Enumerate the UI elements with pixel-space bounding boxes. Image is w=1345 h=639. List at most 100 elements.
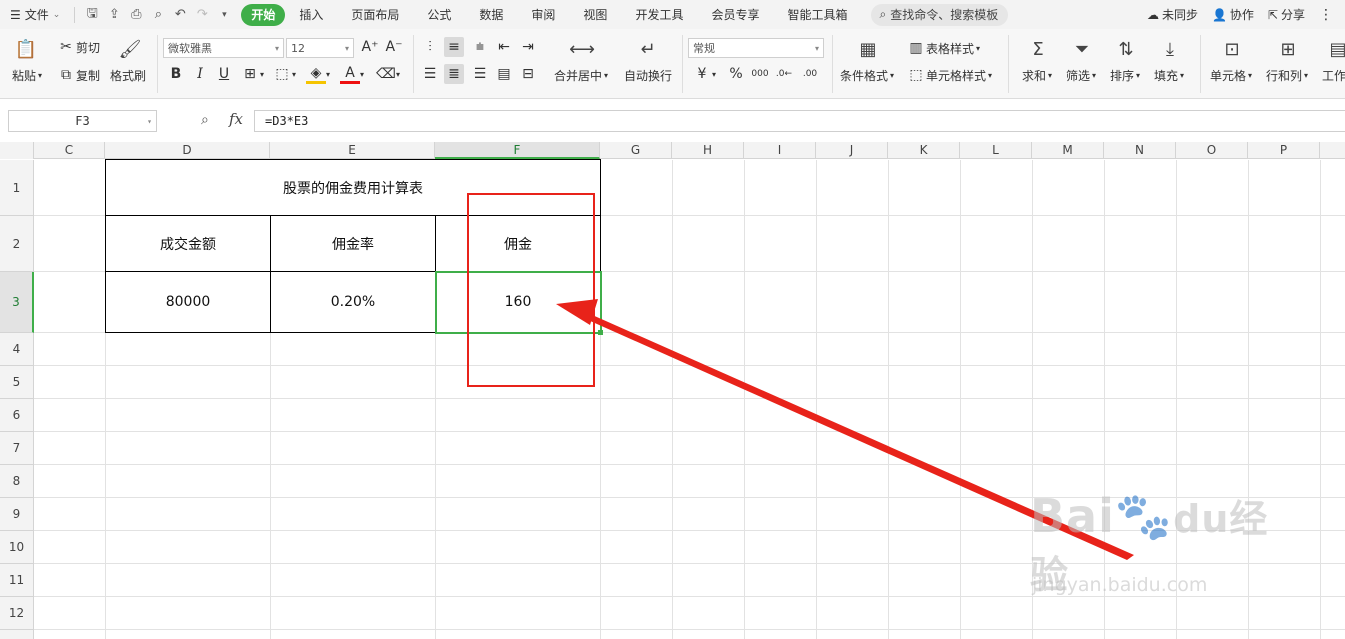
thousands-icon: 000: [751, 69, 769, 79]
font-size-select[interactable]: 12 ▾: [286, 38, 354, 58]
worksheet-button[interactable]: 工作: [1322, 67, 1345, 84]
row-col-icon: ⊞: [1280, 38, 1296, 60]
justify-button[interactable]: ▤: [494, 64, 514, 84]
row-col-button[interactable]: 行和列 ▾: [1266, 67, 1308, 84]
cell-button[interactable]: 单元格 ▾: [1210, 67, 1252, 84]
formula-bar: F3 ▾ ⌕ fx =D3*E3: [0, 108, 1345, 136]
share-button[interactable]: ⇱ 分享: [1268, 6, 1305, 23]
tab-formulas[interactable]: 公式: [413, 4, 465, 26]
fill-color-button[interactable]: ◈ ▾: [306, 64, 330, 84]
thousands-button[interactable]: 000: [750, 64, 770, 84]
underline-button[interactable]: U: [214, 64, 234, 84]
align-top-button[interactable]: ⫶: [420, 37, 440, 57]
conditional-format-icon: ▦: [859, 38, 877, 60]
border-button[interactable]: ⊞ ▾: [240, 64, 264, 84]
filter-button[interactable]: 筛选 ▾: [1066, 67, 1096, 84]
undo-icon[interactable]: ↶: [169, 4, 191, 26]
currency-button[interactable]: ¥ ▾: [692, 64, 716, 84]
tab-smart-tools[interactable]: 智能工具箱: [773, 4, 861, 26]
distributed-button[interactable]: ⊟: [518, 64, 538, 84]
name-box[interactable]: F3 ▾: [8, 110, 157, 132]
clear-format-button[interactable]: ⌫ ▾: [376, 64, 400, 84]
align-bottom-button[interactable]: ⩧: [470, 37, 490, 57]
zoom-icon[interactable]: ⌕: [201, 112, 209, 128]
decrease-font-button[interactable]: A⁻: [384, 37, 404, 57]
command-search[interactable]: ⌕ 查找命令、搜索模板: [871, 3, 1009, 26]
print-preview-icon[interactable]: ⌕: [147, 4, 169, 26]
sort-icon-button[interactable]: ⇅: [1114, 37, 1138, 61]
wrap-text-button[interactable]: 自动换行: [624, 67, 672, 84]
conditional-format-icon-button[interactable]: ▦: [856, 37, 880, 61]
font-color-button[interactable]: A ▾: [340, 64, 364, 84]
merge-center-button[interactable]: 合并居中 ▾: [554, 67, 608, 84]
file-menu[interactable]: ☰ 文件 ⌄: [0, 6, 68, 23]
font-name-select[interactable]: 微软雅黑 ▾: [163, 38, 284, 58]
collab-button[interactable]: 👤 协作: [1212, 6, 1254, 23]
export-icon[interactable]: ⇪: [103, 4, 125, 26]
cut-button[interactable]: ✂ 剪切: [56, 37, 100, 57]
shape-icon: ⬚: [275, 66, 289, 82]
sort-button[interactable]: 排序 ▾: [1110, 67, 1140, 84]
funnel-icon: ⏷: [1074, 38, 1090, 60]
tab-page-layout[interactable]: 页面布局: [337, 4, 413, 26]
paint-bucket-icon: ◈: [306, 64, 326, 84]
filter-icon-button[interactable]: ⏷: [1070, 37, 1094, 61]
spreadsheet-grid[interactable]: C D E F G H I J K L M N O P 1 2 3 4 5 6: [0, 142, 1345, 639]
chevron-down-icon: ▾: [147, 116, 152, 126]
worksheet-icon-button[interactable]: ▤: [1326, 37, 1345, 61]
italic-icon: I: [197, 66, 203, 82]
percent-icon: %: [729, 66, 743, 82]
paste-button[interactable]: 📋: [14, 37, 38, 61]
indent-icon: ⇥: [522, 39, 534, 55]
print-icon[interactable]: ⎙: [125, 4, 147, 26]
percent-button[interactable]: %: [726, 64, 746, 84]
align-center-button[interactable]: ≣: [444, 64, 464, 84]
more-options-icon[interactable]: ⋮: [1319, 7, 1333, 23]
more-icon[interactable]: ▾: [213, 4, 235, 26]
align-right-button[interactable]: ☰: [470, 64, 490, 84]
tab-review[interactable]: 审阅: [517, 4, 569, 26]
row-col-icon-button[interactable]: ⊞: [1276, 37, 1300, 61]
fx-icon[interactable]: fx: [229, 110, 243, 128]
redo-icon[interactable]: ↷: [191, 4, 213, 26]
border-icon: ⊞: [244, 66, 256, 82]
formula-input[interactable]: =D3*E3: [254, 110, 1345, 132]
fill-icon-button[interactable]: ⤓: [1158, 37, 1182, 61]
tab-developer[interactable]: 开发工具: [621, 4, 697, 26]
cell-icon: ⊡: [1224, 38, 1240, 60]
align-left-button[interactable]: ☰: [420, 64, 440, 84]
merge-center-icon-button[interactable]: ⟷: [569, 37, 595, 61]
decrease-indent-button[interactable]: ⇤: [494, 37, 514, 57]
distribute-icon: ⊟: [522, 66, 534, 82]
number-format-select[interactable]: 常规 ▾: [688, 38, 824, 58]
cell-style-button[interactable]: ⬚ 单元格样式 ▾: [906, 65, 992, 85]
bold-button[interactable]: B: [166, 64, 186, 84]
italic-button[interactable]: I: [190, 64, 210, 84]
tab-insert[interactable]: 插入: [285, 4, 337, 26]
align-middle-button[interactable]: ≡: [444, 37, 464, 57]
cell-icon-button[interactable]: ⊡: [1220, 37, 1244, 61]
tab-view[interactable]: 视图: [569, 4, 621, 26]
tab-home[interactable]: 开始: [241, 3, 286, 26]
save-icon[interactable]: 🖫: [81, 4, 103, 26]
underline-icon: U: [218, 66, 230, 82]
tab-member[interactable]: 会员专享: [697, 4, 773, 26]
table-style-button[interactable]: ▥ 表格样式 ▾: [906, 38, 980, 58]
yen-icon: ¥: [697, 66, 707, 82]
copy-button[interactable]: ⧉ 复制: [56, 65, 100, 85]
table-style-icon: ▥: [909, 40, 923, 56]
format-painter-button[interactable]: 🖌: [118, 37, 142, 61]
sum-icon-button[interactable]: Σ: [1026, 37, 1050, 61]
fill-shape-button[interactable]: ⬚ ▾: [272, 64, 296, 84]
fill-button[interactable]: 填充 ▾: [1154, 67, 1184, 84]
sync-status[interactable]: ☁ 未同步: [1147, 6, 1198, 23]
decrease-decimal-button[interactable]: .00: [800, 64, 820, 84]
increase-indent-button[interactable]: ⇥: [518, 37, 538, 57]
sum-button[interactable]: 求和 ▾: [1022, 67, 1052, 84]
wrap-text-icon-button[interactable]: ↵: [636, 37, 660, 61]
wrap-text-icon: ↵: [640, 38, 656, 60]
tab-data[interactable]: 数据: [465, 4, 517, 26]
increase-decimal-button[interactable]: .0←: [774, 64, 794, 84]
conditional-format-button[interactable]: 条件格式 ▾: [840, 67, 894, 84]
increase-font-button[interactable]: A⁺: [360, 37, 380, 57]
